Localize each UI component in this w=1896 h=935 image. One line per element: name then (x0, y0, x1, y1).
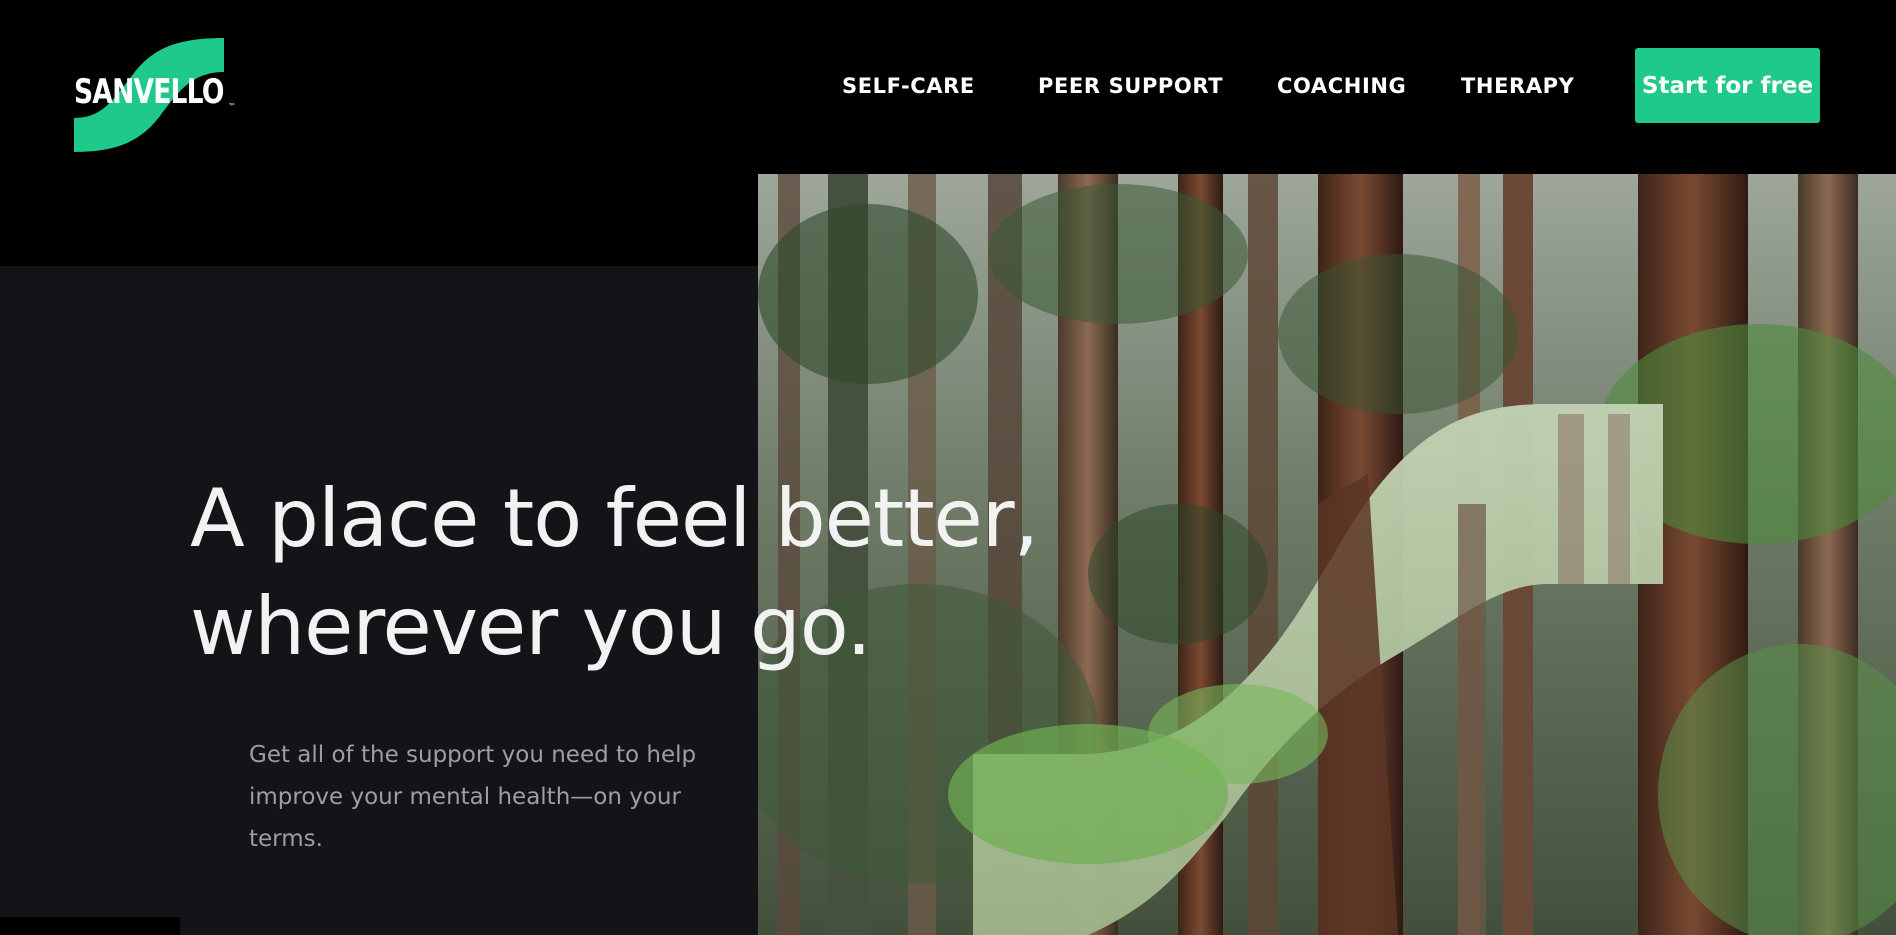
hero-headline: A place to feel better, wherever you go. (190, 465, 1039, 681)
hero-subtext: Get all of the support you need to help … (249, 742, 697, 852)
nav-coaching[interactable]: COACHING (1277, 74, 1406, 98)
page: SANVELLO ™ SELF-CARE PEER SUPPORT COACHI… (0, 0, 1896, 935)
start-for-free-button[interactable]: Start for free (1635, 48, 1820, 123)
nav-self-care[interactable]: SELF-CARE (842, 74, 975, 98)
nav-peer-support[interactable]: PEER SUPPORT (1038, 74, 1223, 98)
hero-headline-line-1: A place to feel better, (190, 472, 1039, 565)
main-nav: SELF-CARE PEER SUPPORT COACHING THERAPY (0, 74, 1896, 104)
site-header: SANVELLO ™ SELF-CARE PEER SUPPORT COACHI… (0, 0, 1896, 174)
nav-therapy[interactable]: THERAPY (1461, 74, 1574, 98)
panel-corner-block (0, 917, 180, 935)
hero-headline-line-2: wherever you go. (190, 580, 872, 673)
